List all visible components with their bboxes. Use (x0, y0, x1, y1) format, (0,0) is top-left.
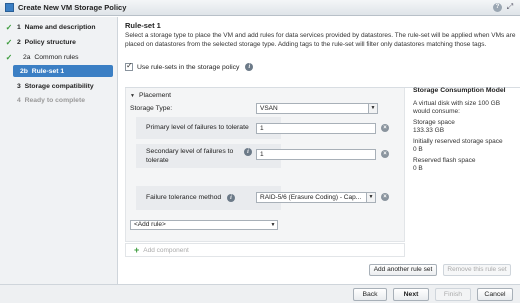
help-icon[interactable]: ? (493, 3, 502, 12)
secondary-ftt-label: Secondary level of failures to (146, 148, 234, 155)
use-rulesets-checkbox[interactable] (125, 61, 133, 71)
step-storage-compatibility[interactable]: 3 Storage compatibility (0, 80, 118, 92)
storage-consumption-model: Storage Consumption Model A virtual disk… (413, 87, 515, 173)
flash-space-label: Reserved flash space (413, 157, 476, 164)
storage-type-select[interactable]: VSAN ▼ (256, 103, 378, 114)
use-rulesets-label: Use rule-sets in the storage policy (137, 63, 240, 71)
info-icon[interactable]: i (227, 194, 235, 202)
consumption-title: Storage Consumption Model (413, 87, 506, 94)
primary-ftt-label: Primary level of failures to tolerate (146, 124, 249, 131)
next-button[interactable]: Next (393, 288, 429, 301)
storage-space-value: 133.33 GB (413, 127, 445, 134)
chevron-down-icon: ▼ (366, 193, 375, 202)
ftm-label: Failure tolerance method (146, 194, 222, 201)
consumption-intro: A virtual disk with size 100 GB would co… (413, 100, 501, 115)
plus-icon: + (134, 245, 140, 255)
wizard-footer: Back Next Finish Cancel (0, 284, 520, 303)
back-button[interactable]: Back (353, 288, 387, 301)
chevron-down-icon: ▼ (368, 104, 377, 113)
collapse-triangle-icon[interactable]: ▼ (130, 93, 135, 99)
step-common-rules[interactable]: ✓ 2a Common rules (0, 51, 118, 63)
window-title: Create New VM Storage Policy (18, 3, 127, 12)
title-bar: Create New VM Storage Policy ? ⤢ (0, 0, 520, 16)
page-description: Select a storage type to place the VM an… (125, 32, 516, 48)
app-icon (5, 3, 14, 12)
remove-rule-icon[interactable]: × (381, 124, 389, 132)
use-rulesets-row: Use rule-sets in the storage policy i (125, 61, 254, 71)
storage-space-label: Storage space (413, 119, 455, 126)
info-icon[interactable]: i (245, 63, 254, 71)
check-icon: ✓ (5, 52, 13, 62)
secondary-ftt-label-cont: tolerate (146, 157, 169, 164)
primary-ftt-input[interactable]: 1 (256, 123, 376, 134)
remove-rule-set-button: Remove this rule set (443, 264, 511, 276)
chevron-down-icon: ▼ (270, 222, 276, 228)
page-title: Rule-set 1 (125, 21, 161, 30)
reserved-space-value: 0 B (413, 146, 423, 153)
reserved-space-label: Initially reserved storage space (413, 138, 503, 145)
step-rule-set-1[interactable]: 2b Rule-set 1 (13, 65, 113, 77)
wizard-steps: ✓ 1 Name and description ✓ 2 Policy stru… (0, 17, 118, 284)
remove-rule-icon[interactable]: × (381, 193, 389, 201)
add-rule-set-button[interactable]: Add another rule set (369, 264, 437, 276)
check-icon: ✓ (5, 37, 13, 47)
info-icon[interactable]: i (244, 148, 252, 156)
storage-type-label: Storage Type: (130, 105, 173, 112)
cancel-button[interactable]: Cancel (477, 288, 513, 301)
step-ready-to-complete: 4 Ready to complete (17, 96, 85, 104)
main-content: Rule-set 1 Select a storage type to plac… (119, 17, 520, 284)
flash-space-value: 0 B (413, 165, 423, 172)
finish-button: Finish (435, 288, 471, 301)
secondary-ftt-input[interactable]: 1 (256, 149, 376, 160)
step-policy-structure[interactable]: ✓ 2 Policy structure (0, 36, 118, 48)
placement-section: ▼ Placement Storage Type: VSAN ▼ Primary… (125, 88, 405, 242)
add-component-button[interactable]: + Add component (125, 243, 405, 257)
check-icon: ✓ (5, 22, 13, 32)
placement-header[interactable]: ▼ Placement (130, 92, 171, 99)
expand-icon[interactable]: ⤢ (505, 2, 515, 12)
add-rule-select[interactable]: <Add rule> ▼ (130, 220, 278, 230)
remove-rule-icon[interactable]: × (381, 150, 389, 158)
step-name-description[interactable]: ✓ 1 Name and description (0, 21, 118, 33)
ftm-select[interactable]: RAID-5/6 (Erasure Coding) - Cap... ▼ (256, 192, 376, 203)
